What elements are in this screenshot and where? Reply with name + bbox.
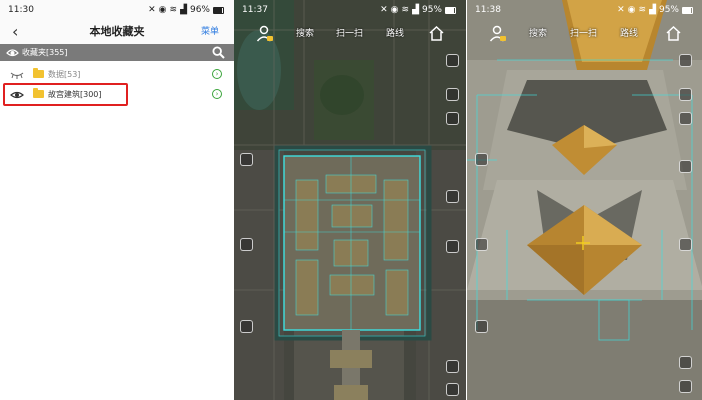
search-icon[interactable] xyxy=(212,46,225,59)
favorites-screen: 11:30 ✕ ◉ ≋ ▟ 96% ‹ 本地收藏夹 菜单 收藏夹[355] 数据… xyxy=(0,0,234,400)
favorites-label: 收藏夹[355] xyxy=(22,48,68,57)
menu-button[interactable]: 菜单 xyxy=(201,20,219,44)
map-toolbar: 搜索 扫一扫 路线 xyxy=(234,20,466,48)
camera-icon[interactable] xyxy=(446,112,459,125)
compass-icon[interactable] xyxy=(446,190,459,203)
battery-text: 95% xyxy=(421,5,442,15)
layers-icon[interactable] xyxy=(679,54,692,67)
scan-link[interactable]: 扫一扫 xyxy=(570,20,597,48)
crosshair-icon xyxy=(576,236,590,250)
route-link[interactable]: 路线 xyxy=(386,20,404,48)
3d-box-icon[interactable] xyxy=(475,153,488,166)
status-icons: ✕ ◉ ≋ ▟ 95% xyxy=(380,0,456,20)
camera-icon[interactable] xyxy=(679,112,692,125)
wifi-icon: ≋ xyxy=(169,5,178,15)
wifi-icon: ≋ xyxy=(638,5,647,15)
map-zoomed-screen: 11:38 ✕ ◉ ≋ ▟ 95% 搜索 扫一扫 路线 xyxy=(466,0,702,400)
location-icon: ◉ xyxy=(390,5,399,15)
circle-arrow-right-icon[interactable]: › xyxy=(212,69,222,79)
status-bar: 11:38 ✕ ◉ ≋ ▟ 95% xyxy=(467,0,702,20)
3d-box-icon[interactable] xyxy=(240,153,253,166)
eye-icon[interactable] xyxy=(6,47,19,58)
search-link[interactable]: 搜索 xyxy=(529,20,547,48)
mute-icon: ✕ xyxy=(148,5,156,15)
circle-arrow-right-icon[interactable]: › xyxy=(212,89,222,99)
search-link[interactable]: 搜索 xyxy=(296,20,314,48)
mute-icon: ✕ xyxy=(380,5,388,15)
status-time: 11:30 xyxy=(8,5,34,15)
user-location-icon[interactable] xyxy=(489,25,507,43)
zoom-icon[interactable] xyxy=(679,356,692,369)
home-icon[interactable] xyxy=(666,26,681,41)
battery-icon xyxy=(213,6,224,14)
mute-icon: ✕ xyxy=(617,5,625,15)
compass-icon[interactable] xyxy=(679,160,692,173)
list-item-label: 数据[53] xyxy=(48,70,81,79)
status-bar: 11:37 ✕ ◉ ≋ ▟ 95% xyxy=(234,0,466,20)
map-overview-screen: 11:37 ✕ ◉ ≋ ▟ 95% 搜索 扫一扫 路线 xyxy=(234,0,466,400)
layers-icon[interactable] xyxy=(446,54,459,67)
status-bar: 11:30 ✕ ◉ ≋ ▟ 96% xyxy=(0,0,234,20)
location-icon: ◉ xyxy=(158,5,167,15)
battery-text: 95% xyxy=(658,5,679,15)
trash-icon[interactable] xyxy=(475,320,488,333)
scan-link[interactable]: 扫一扫 xyxy=(336,20,363,48)
battery-icon xyxy=(682,6,693,14)
zoom-icon[interactable] xyxy=(446,360,459,373)
trash-icon[interactable] xyxy=(240,320,253,333)
zoom-in-icon[interactable] xyxy=(679,380,692,393)
location-pin-icon[interactable] xyxy=(446,240,459,253)
page-title: 本地收藏夹 xyxy=(89,25,145,38)
track-icon[interactable] xyxy=(475,238,488,251)
selection-highlight xyxy=(3,83,128,106)
measure-icon[interactable] xyxy=(679,88,692,101)
user-location-icon[interactable] xyxy=(256,25,274,43)
signal-icon: ▟ xyxy=(180,5,187,15)
zoom-in-icon[interactable] xyxy=(446,383,459,396)
satellite-map[interactable] xyxy=(234,0,466,400)
measure-icon[interactable] xyxy=(446,88,459,101)
status-icons: ✕ ◉ ≋ ▟ 95% xyxy=(617,0,693,20)
location-icon: ◉ xyxy=(627,5,636,15)
signal-icon: ▟ xyxy=(649,5,656,15)
status-time: 11:37 xyxy=(242,5,268,15)
home-icon[interactable] xyxy=(429,26,444,41)
title-bar: ‹ 本地收藏夹 菜单 xyxy=(0,20,234,44)
folder-icon xyxy=(33,68,44,78)
route-link[interactable]: 路线 xyxy=(620,20,638,48)
status-time: 11:38 xyxy=(475,5,501,15)
battery-text: 96% xyxy=(189,5,210,15)
list-item[interactable]: 数据[53] › xyxy=(0,65,234,84)
status-icons: ✕ ◉ ≋ ▟ 96% xyxy=(148,0,224,20)
battery-icon xyxy=(445,6,456,14)
favorites-header[interactable]: 收藏夹[355] xyxy=(0,44,234,61)
satellite-map-zoomed[interactable] xyxy=(467,0,702,400)
eye-closed-icon[interactable] xyxy=(10,70,24,79)
signal-icon: ▟ xyxy=(412,5,419,15)
wifi-icon: ≋ xyxy=(401,5,410,15)
track-icon[interactable] xyxy=(240,238,253,251)
map-toolbar: 搜索 扫一扫 路线 xyxy=(467,20,702,48)
location-pin-icon[interactable] xyxy=(679,238,692,251)
